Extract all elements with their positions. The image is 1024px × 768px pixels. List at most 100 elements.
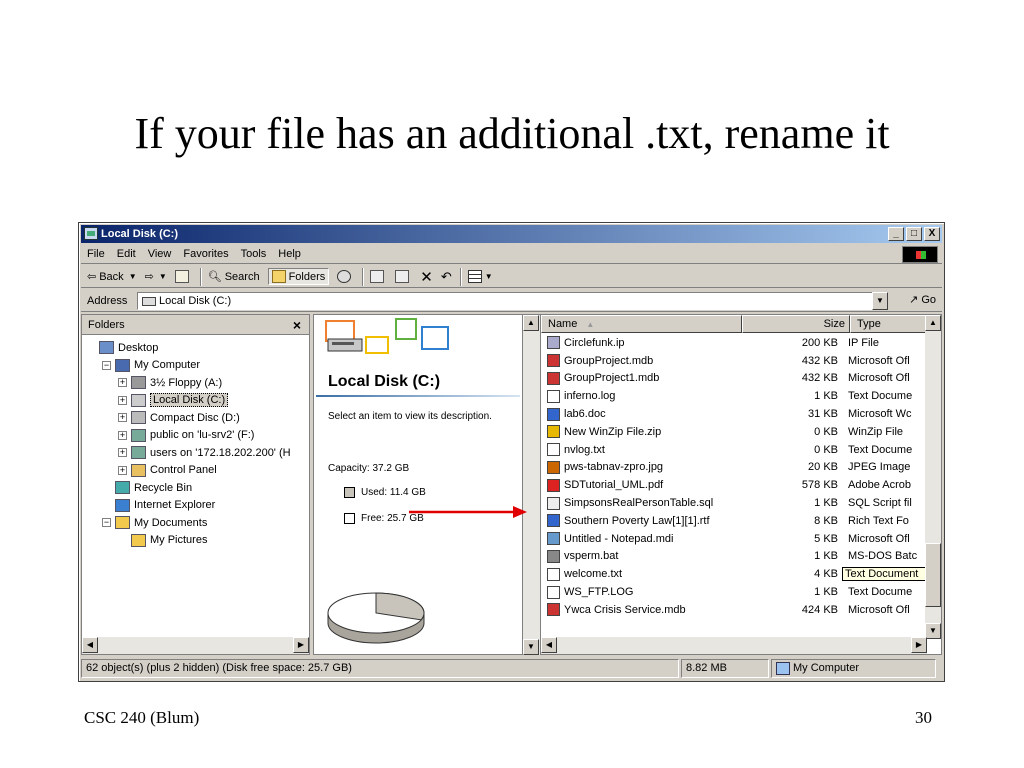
history-button[interactable] [337,270,354,283]
file-row[interactable]: New WinZip File.zip 0 KB WinZip File [541,423,941,441]
file-list-vertical-scrollbar[interactable]: ▲ ▼ [925,315,941,639]
back-label: Back [99,270,124,283]
expand-icon[interactable]: + [118,378,127,388]
maximize-button[interactable]: □ [906,227,922,241]
file-row[interactable]: Ywca Crisis Service.mdb 424 KB Microsoft O… [541,601,941,619]
delete-button[interactable]: ✕ [420,268,433,286]
minimize-button[interactable]: _ [888,227,904,241]
file-row[interactable]: Circlefunk.ip 200 KB IP File [541,334,941,352]
tree-item[interactable]: + Control Panel [82,462,309,480]
scroll-thumb[interactable] [925,543,941,607]
collapse-icon[interactable]: − [102,518,111,528]
tree-item[interactable]: + users on '172.18.202.200' (H [82,444,309,462]
menu-help[interactable]: Help [278,248,301,260]
scroll-right-button[interactable]: ▶ [293,637,309,653]
scroll-up-button[interactable]: ▲ [925,315,941,331]
file-size: 432 KB [801,372,838,385]
tree-item[interactable]: − My Computer [82,357,309,375]
folders-close-button[interactable]: × [293,317,301,333]
tree-item[interactable]: + Local Disk (C:) [82,392,309,410]
file-name: GroupProject.mdb [564,354,654,367]
title-bar[interactable]: Local Disk (C:) _ □ X [81,225,942,243]
tree-item[interactable]: + Compact Disc (D:) [82,409,309,427]
forward-button[interactable]: ⇨ ▼ [145,270,167,283]
tree-item[interactable]: +3½ Floppy (A:) [82,374,309,392]
up-folder-button[interactable] [174,270,192,283]
expand-icon[interactable]: + [118,413,127,423]
file-row[interactable]: welcome.txt 4 KB Text Document [541,565,941,583]
back-button[interactable]: ⇦ Back ▼ [87,270,137,284]
column-size[interactable]: Size [742,315,850,333]
tree-item[interactable]: Recycle Bin [82,479,309,497]
file-name: lab6.doc [564,408,606,421]
middle-scrollbar[interactable]: ▲ ▼ [523,314,540,655]
file-size: 31 KB [808,408,838,421]
copy-to-button[interactable] [395,270,412,283]
file-row[interactable]: inferno.log 1 KB Text Docume [541,387,941,405]
file-size: 1 KB [814,497,838,510]
file-row[interactable]: GroupProject.mdb 432 KB Microsoft Ofl [541,352,941,370]
scroll-left-button[interactable]: ◀ [541,637,557,653]
file-size: 4 KB [814,568,838,581]
file-type: JPEG Image [848,461,911,474]
file-row[interactable]: nvlog.txt 0 KB Text Docume [541,441,941,459]
file-row[interactable]: lab6.doc 31 KB Microsoft Wc [541,405,941,423]
tree-item[interactable]: − My Documents [82,514,309,532]
tree-item-label: My Pictures [150,534,208,547]
explorer-window: Local Disk (C:) _ □ X File Edit View Fav… [78,222,945,682]
forward-dropdown-icon[interactable]: ▼ [159,272,167,281]
file-row[interactable]: SDTutorial_UML.pdf 578 KB Adobe Acrob [541,476,941,494]
tree-item[interactable]: My Pictures [82,532,309,550]
menu-favorites[interactable]: Favorites [183,248,228,260]
menu-view[interactable]: View [148,248,172,260]
scroll-up-button[interactable]: ▲ [523,315,539,331]
scroll-down-button[interactable]: ▼ [523,639,539,655]
folders-button[interactable]: Folders [267,268,330,285]
info-description: Select an item to view its description. [328,411,492,422]
expand-icon[interactable]: + [118,430,127,440]
tree-item[interactable]: Internet Explorer [82,497,309,515]
expand-icon[interactable]: + [118,395,127,405]
scroll-right-button[interactable]: ▶ [911,637,927,653]
column-type[interactable]: Type [850,315,927,333]
column-name[interactable]: Name ▲ [541,315,742,333]
info-pane: Local Disk (C:) Select an item to view i… [313,314,523,655]
used-legend: Used: 11.4 GB [344,487,426,498]
move-to-button[interactable] [370,270,387,283]
go-button[interactable]: ↗ Go [909,293,936,307]
address-dropdown-button[interactable]: ▼ [872,292,888,310]
menu-file[interactable]: File [87,248,105,260]
windows-logo-icon [902,246,938,263]
file-row[interactable]: WS_FTP.LOG 1 KB Text Docume [541,583,941,601]
access-db-icon [547,354,560,368]
expand-icon[interactable]: + [118,465,127,475]
scroll-down-button[interactable]: ▼ [925,623,941,639]
zip-file-icon [547,425,560,439]
search-button[interactable]: 🔍︎ Search [208,270,260,284]
undo-button[interactable]: ↶ [441,269,452,285]
file-row[interactable]: vsperm.bat 1 KB MS-DOS Batc [541,548,941,566]
scroll-left-button[interactable]: ◀ [82,637,98,653]
file-row[interactable]: Untitled - Notepad.mdi 5 KB Microsoft Ofl [541,530,941,548]
file-name-cell: SDTutorial_UML.pdf [541,478,734,492]
collapse-icon[interactable]: − [102,360,111,370]
address-input[interactable]: Local Disk (C:) [137,292,879,310]
file-row[interactable]: Southern Poverty Law[1][1].rtf 8 KB Rich T… [541,512,941,530]
file-row[interactable]: SimpsonsRealPersonTable.sql 1 KB SQL Scrip… [541,494,941,512]
expand-icon[interactable]: + [118,448,127,458]
file-size: 432 KB [801,354,838,367]
back-dropdown-icon[interactable]: ▼ [129,272,137,281]
close-button[interactable]: X [924,227,940,241]
tree-item[interactable]: Desktop [82,339,309,357]
file-row[interactable]: GroupProject1.mdb 432 KB Microsoft Ofl [541,370,941,388]
file-row[interactable]: pws-tabnav-zpro.jpg 20 KB JPEG Image [541,459,941,477]
tree-item[interactable]: + public on 'lu-srv2' (F:) [82,427,309,445]
menu-edit[interactable]: Edit [117,248,136,260]
file-name: GroupProject1.mdb [564,372,660,385]
views-button[interactable]: ▼ [467,270,493,283]
file-list-horizontal-scrollbar[interactable]: ◀ ▶ [541,637,927,654]
tree-item-label: Local Disk (C:) [150,393,229,408]
folders-horizontal-scrollbar[interactable]: ◀ ▶ [82,637,309,654]
menu-tools[interactable]: Tools [241,248,267,260]
folder-icon [131,411,146,425]
